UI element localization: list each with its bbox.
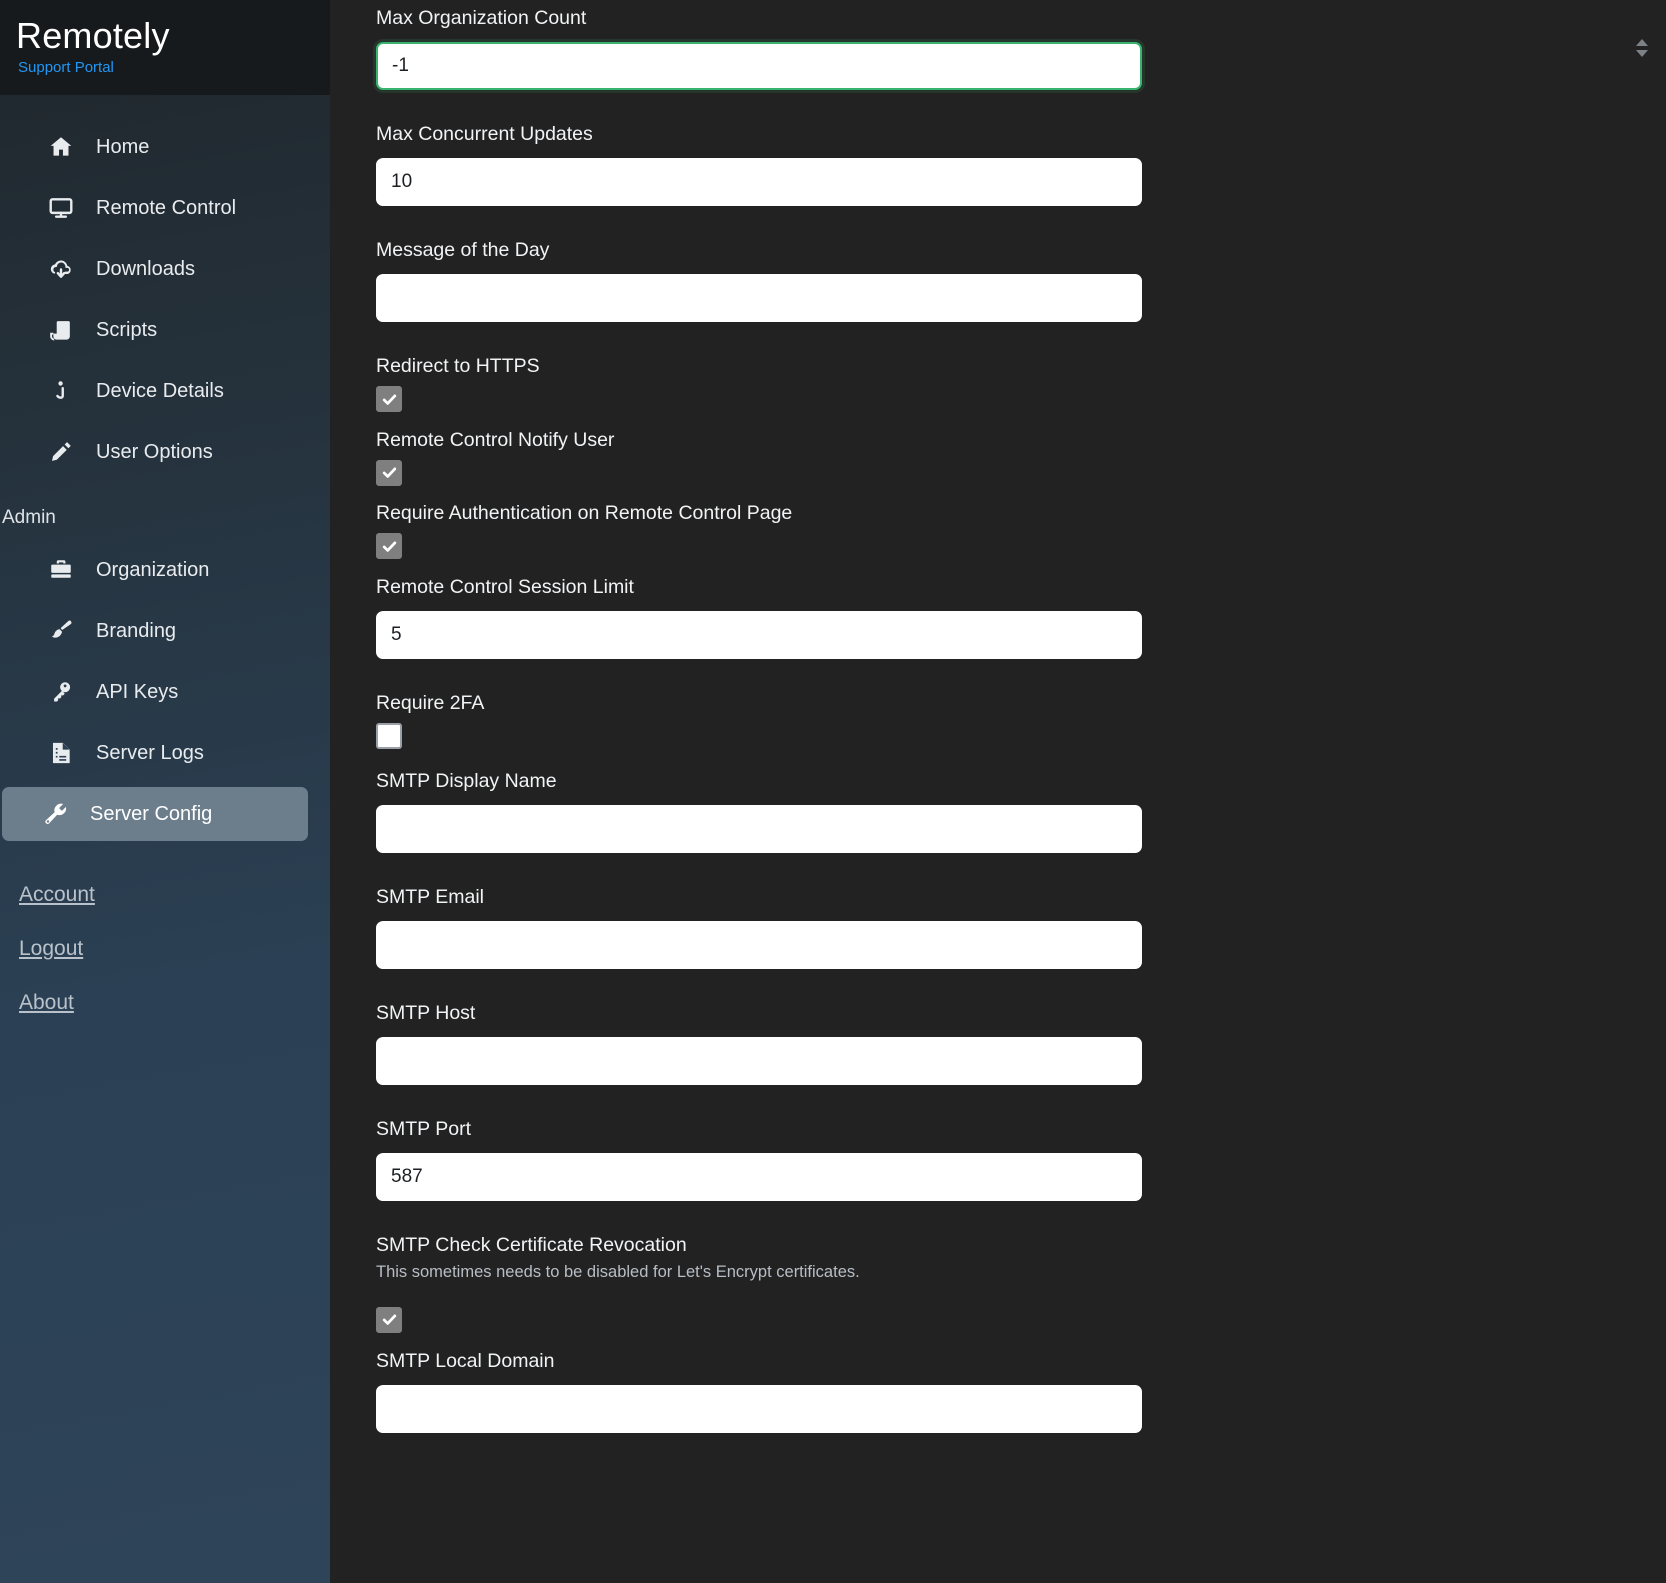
sidebar-item-remote-control[interactable]: Remote Control [8,181,320,235]
field-label: Require Authentication on Remote Control… [376,502,793,524]
remote-control-notify-user-checkbox[interactable] [376,459,402,486]
sidebar-item-label: Branding [96,620,177,642]
field-smtp-local-domain: SMTP Local Domain [376,1349,1666,1433]
sidebar-item-label: Downloads [96,258,195,280]
sidebar-item-label: Remote Control [96,197,237,219]
field-message-of-the-day: Message of the Day [376,238,1666,322]
field-help-text: This sometimes needs to be disabled for … [376,1262,860,1281]
field-label: SMTP Local Domain [376,1350,555,1372]
field-label: Redirect to HTTPS [376,355,540,377]
sidebar-item-home[interactable]: Home [8,120,320,174]
wrench-icon [40,799,70,829]
field-label: SMTP Email [376,885,484,908]
pencil-icon [46,437,76,467]
smtp-host-input[interactable] [376,1036,1142,1085]
field-require-authentication-remote-control: Require Authentication on Remote Control… [376,501,1666,560]
script-icon [46,315,76,345]
field-smtp-host: SMTP Host [376,1001,1666,1085]
field-smtp-email: SMTP Email [376,885,1666,969]
number-spinner[interactable] [1636,39,1648,57]
max-organization-count-input[interactable]: -1 [376,42,1142,90]
document-log-icon [46,738,76,768]
field-max-organization-count: Max Organization Count -1 [376,6,1666,90]
require-2fa-checkbox[interactable] [376,722,402,749]
field-label: Remote Control Session Limit [376,575,634,598]
smtp-email-input[interactable] [376,920,1142,969]
brand-header: Remotely Support Portal [0,0,330,95]
info-icon [46,376,76,406]
field-label: Require 2FA [376,691,485,714]
server-config-form: Max Organization Count -1 Max Concurrent… [330,0,1666,1583]
cloud-download-icon [46,254,76,284]
sidebar-nav: Home Remote Control Downloads Scripts De… [0,95,330,1044]
sidebar-item-label: Scripts [96,319,158,341]
field-label: Max Concurrent Updates [376,123,593,145]
field-smtp-display-name: SMTP Display Name [376,769,1666,853]
field-remote-control-session-limit: Remote Control Session Limit 5 [376,575,1666,659]
sidebar-item-downloads[interactable]: Downloads [8,242,320,296]
message-of-the-day-input[interactable] [376,274,1142,322]
field-label: SMTP Host [376,1001,476,1024]
redirect-to-https-checkbox[interactable] [376,386,402,412]
sidebar-item-server-config[interactable]: Server Config [2,787,308,841]
field-label: SMTP Port [376,1117,471,1140]
sidebar: Remotely Support Portal Home Remote Cont… [0,0,330,1583]
sidebar-item-server-logs[interactable]: Server Logs [8,726,320,780]
sidebar-item-scripts[interactable]: Scripts [8,303,320,357]
sidebar-item-branding[interactable]: Branding [8,604,320,658]
sidebar-item-label: Device Details [96,380,224,402]
sidebar-item-label: API Keys [96,681,179,703]
spinner-up-arrow[interactable] [1636,39,1648,46]
admin-section-title: Admin [2,507,56,528]
field-label: Message of the Day [376,239,550,261]
smtp-port-input[interactable]: 587 [376,1152,1142,1201]
sidebar-item-organization[interactable]: Organization [8,543,320,597]
sidebar-item-label: Server Logs [96,742,204,764]
brand-subtitle: Support Portal [18,59,114,76]
paintbrush-icon [46,616,76,646]
sidebar-item-label: Organization [96,559,210,581]
field-label: Remote Control Notify User [376,428,615,451]
field-remote-control-notify-user: Remote Control Notify User [376,428,1666,487]
max-concurrent-updates-input[interactable]: 10 [376,158,1142,206]
about-link[interactable]: About [19,990,74,1016]
field-redirect-to-https: Redirect to HTTPS [376,354,1666,413]
require-authentication-checkbox[interactable] [376,533,402,559]
brand-title: Remotely [16,15,170,56]
smtp-check-certificate-revocation-checkbox[interactable] [376,1306,402,1333]
briefcase-icon [46,555,76,585]
field-smtp-check-certificate-revocation: SMTP Check Certificate Revocation This s… [376,1233,1666,1334]
sidebar-footer-links: Account Logout About [0,848,330,1016]
field-max-concurrent-updates: Max Concurrent Updates 10 [376,122,1666,206]
smtp-display-name-input[interactable] [376,804,1142,853]
field-label: SMTP Check Certificate Revocation [376,1233,687,1256]
sidebar-item-label: Server Config [90,803,213,825]
field-smtp-port: SMTP Port 587 [376,1117,1666,1201]
spinner-down-arrow[interactable] [1636,50,1648,57]
monitor-icon [46,193,76,223]
home-icon [46,132,76,162]
logout-link[interactable]: Logout [19,936,83,962]
sidebar-item-user-options[interactable]: User Options [8,425,320,479]
field-label: SMTP Display Name [376,769,557,792]
sidebar-item-label: Home [96,136,150,158]
remote-control-session-limit-input[interactable]: 5 [376,610,1142,659]
field-label: Max Organization Count [376,7,587,29]
smtp-local-domain-input[interactable] [376,1385,1142,1433]
sidebar-item-label: User Options [96,441,213,463]
account-link[interactable]: Account [19,882,95,908]
sidebar-item-api-keys[interactable]: API Keys [8,665,320,719]
field-require-2fa: Require 2FA [376,691,1666,754]
sidebar-item-device-details[interactable]: Device Details [8,364,320,418]
app-root: Remotely Support Portal Home Remote Cont… [0,0,1666,1583]
key-icon [46,677,76,707]
